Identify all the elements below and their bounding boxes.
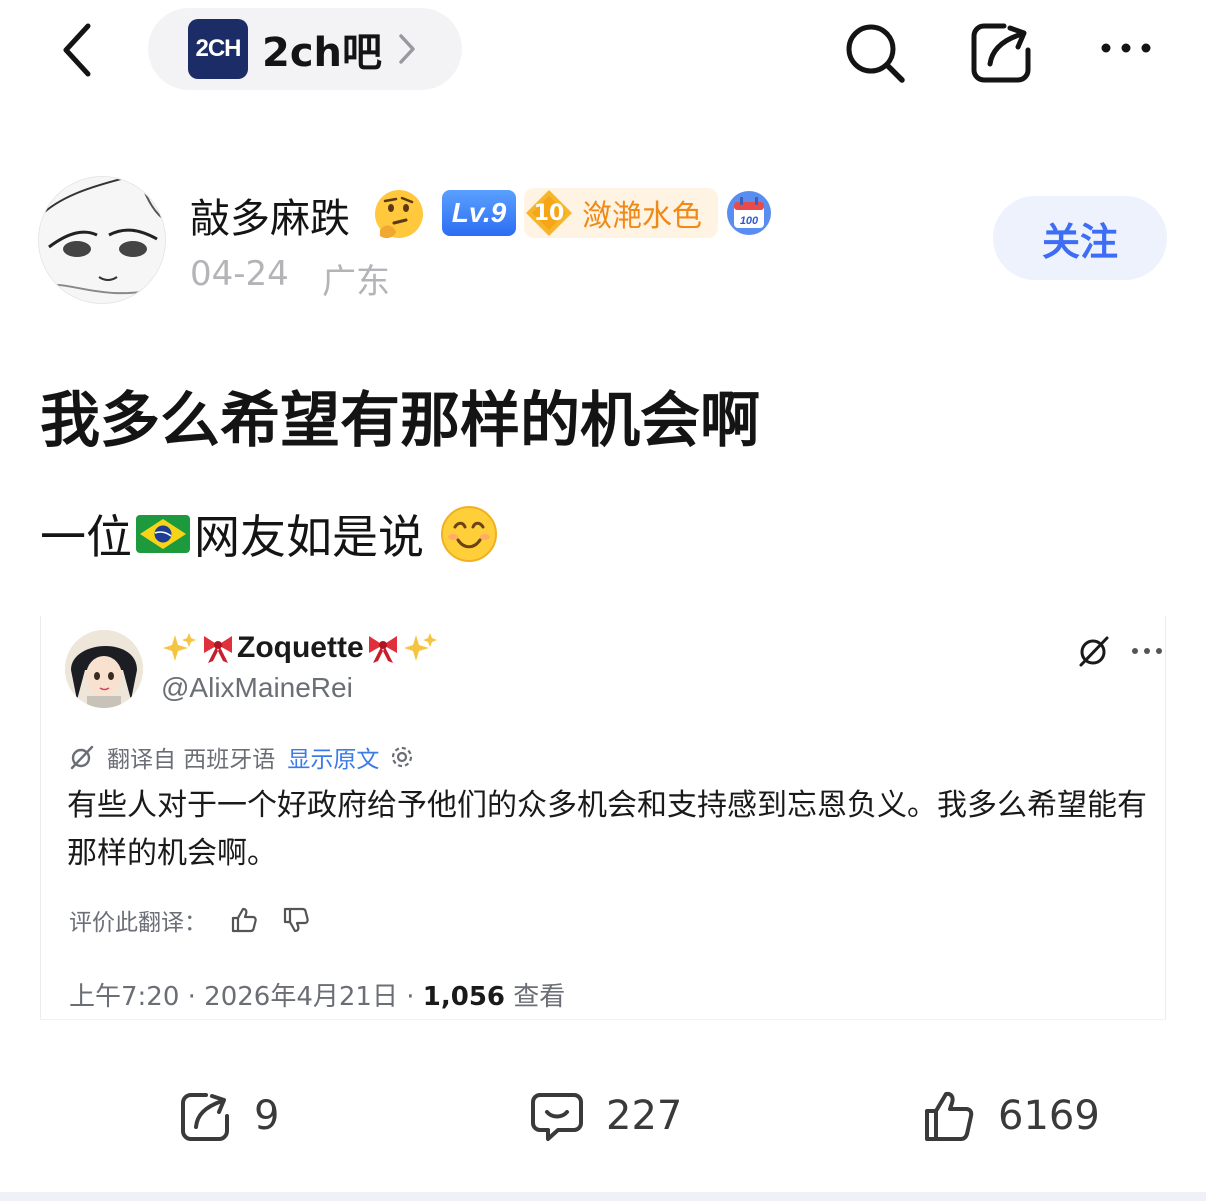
- tweet-handle: @AlixMaineRei: [161, 672, 353, 703]
- fan-level: 10: [533, 200, 565, 226]
- share-icon[interactable]: [970, 20, 1034, 84]
- tweet-display-name-text: Zoquette: [237, 631, 364, 664]
- like-action[interactable]: 6169: [922, 1086, 1100, 1146]
- tweet-text: 有些人对于一个好政府给予他们的众多机会和支持感到忘恩负义。我多么希望能有那样的机…: [67, 788, 1147, 871]
- share-count: 9: [254, 1093, 280, 1139]
- grok-icon: [1079, 636, 1109, 667]
- ribbon-icon: [368, 636, 397, 663]
- tweet-avatar: [65, 630, 143, 708]
- search-icon[interactable]: [842, 20, 906, 84]
- more-icon[interactable]: [1094, 20, 1158, 84]
- sparkles-icon: [403, 633, 437, 661]
- tweet-views-label: 查看: [505, 982, 566, 1012]
- sparkles-icon: [163, 633, 196, 661]
- tweet-meta: 上午7:20 · 2026年4月21日 · 1,056 查看: [69, 976, 565, 1013]
- rate-translation-row: 评价此翻译：: [69, 902, 311, 938]
- ribbon-icon: [204, 636, 232, 663]
- post-title: 我多么希望有那样的机会啊: [40, 386, 760, 456]
- post-location: 广东: [322, 262, 390, 302]
- post-date: 04-24: [190, 254, 289, 294]
- rate-translation-label: 评价此翻译：: [69, 910, 207, 936]
- fan-badge[interactable]: 10 潋滟水色: [524, 188, 718, 238]
- level-badge: Lv.9: [442, 190, 516, 236]
- more-icon: [1132, 648, 1162, 654]
- thumbs-up-icon: [231, 907, 257, 933]
- smile-emoji-icon: [441, 506, 497, 562]
- forum-name: 2ch吧: [262, 30, 383, 76]
- calendar-badge: 100: [726, 190, 772, 236]
- forum-logo: 2CH: [188, 19, 248, 79]
- embedded-tweet-image[interactable]: Zoquette @AlixMaineRei 翻译自 西班牙语 显示原文 有些人…: [40, 616, 1166, 1020]
- manga-face-image: [39, 177, 165, 303]
- comment-count: 227: [606, 1093, 683, 1139]
- calendar-badge-value: 100: [740, 215, 759, 227]
- tweet-display-name: Zoquette: [161, 628, 440, 668]
- like-count: 6169: [998, 1093, 1100, 1139]
- author-name[interactable]: 敲多麻跌: [190, 186, 350, 244]
- back-icon[interactable]: [58, 20, 98, 80]
- gear-icon: [392, 746, 413, 768]
- show-original-link: 显示原文: [287, 747, 380, 773]
- post-text: 一位 网友如是说: [40, 502, 498, 566]
- author-avatar[interactable]: [38, 176, 166, 304]
- post-text-prefix: 一位: [40, 510, 132, 564]
- brazil-flag-icon: [136, 515, 190, 553]
- post-text-suffix: 网友如是说: [194, 510, 424, 564]
- thinking-emoji-icon: [375, 190, 423, 239]
- follow-button[interactable]: 关注: [993, 196, 1167, 280]
- calendar-icon: 100: [727, 191, 771, 235]
- chevron-right-icon: [399, 34, 415, 64]
- thumbs-up-icon: [925, 1091, 974, 1141]
- bottom-divider: [0, 1192, 1206, 1201]
- share-icon: [181, 1093, 229, 1141]
- fan-title: 潋滟水色: [582, 199, 702, 234]
- comment-action[interactable]: 227: [530, 1086, 682, 1146]
- forum-pill[interactable]: 2CH 2ch吧: [148, 8, 462, 90]
- thumbs-down-icon: [283, 907, 309, 933]
- tweet-views-count: 1,056: [422, 982, 506, 1012]
- grok-icon: [70, 745, 94, 770]
- share-action[interactable]: 9: [178, 1086, 279, 1146]
- anime-avatar-image: [65, 630, 143, 708]
- translation-row: 翻译自 西班牙语 显示原文: [69, 740, 415, 774]
- tweet-timestamp: 上午7:20 · 2026年4月21日 ·: [69, 982, 423, 1012]
- translated-from-label: 翻译自 西班牙语: [107, 747, 276, 773]
- comment-icon: [531, 1093, 583, 1141]
